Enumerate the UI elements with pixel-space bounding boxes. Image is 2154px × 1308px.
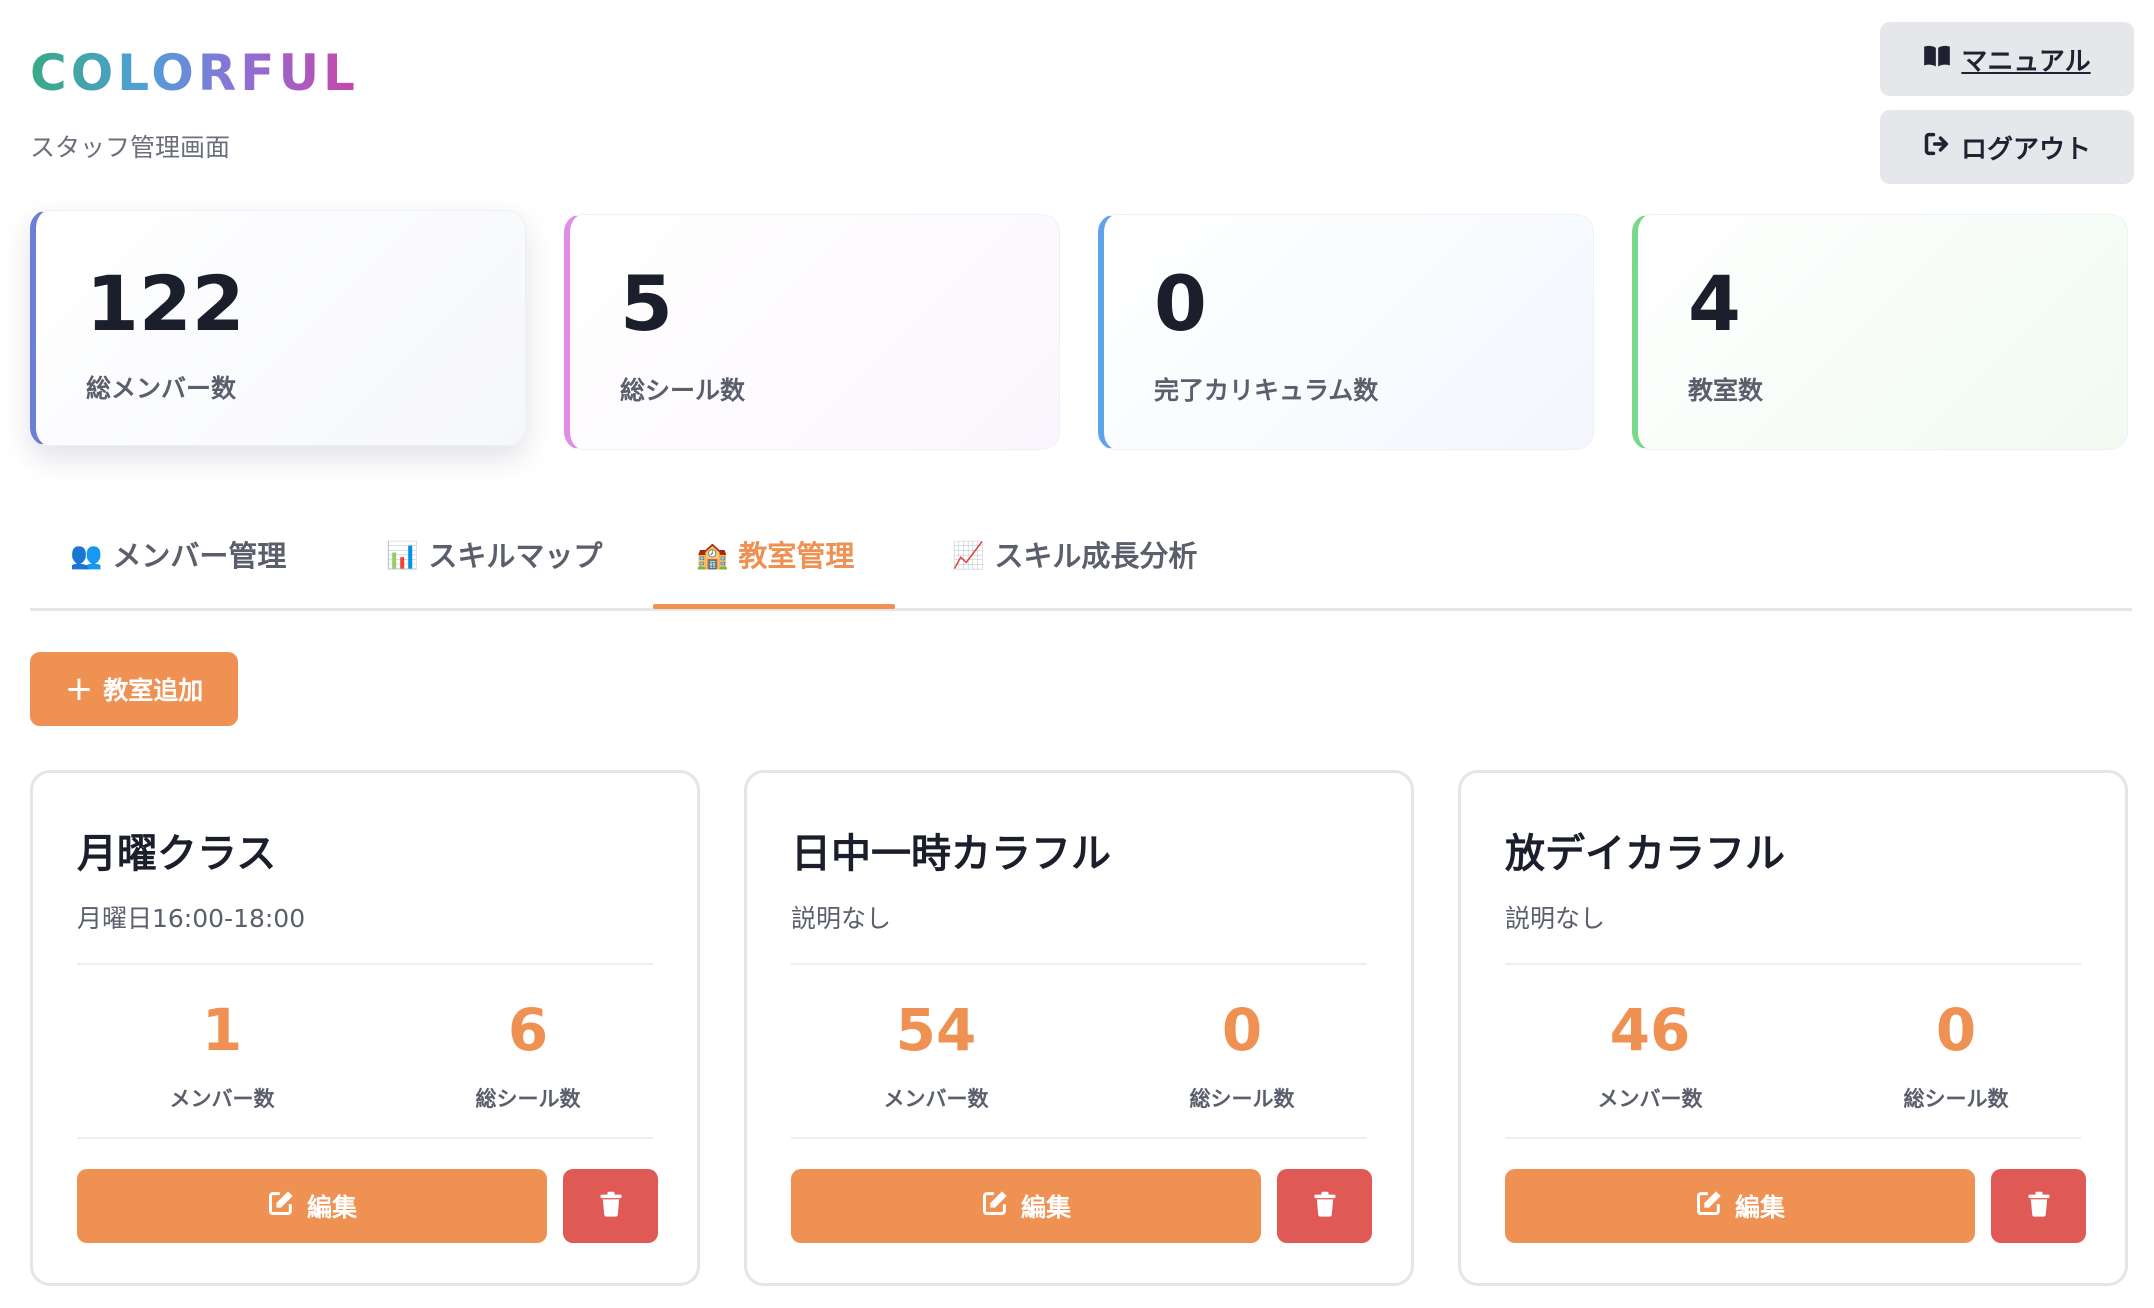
edit-label: 編集 — [1734, 1193, 1785, 1222]
member-count-metric: 54 メンバー数 — [791, 995, 1081, 1113]
edit-icon — [1695, 1189, 1723, 1223]
trash-icon — [597, 1190, 625, 1222]
seal-count-value: 0 — [1221, 996, 1263, 1064]
divider — [77, 1137, 653, 1139]
seal-count-label: 総シール数 — [1189, 1087, 1295, 1111]
logout-label: ログアウト — [1960, 134, 2091, 165]
stat-card-completed-curricula: 0 完了カリキュラム数 — [1098, 214, 1594, 450]
seal-count-metric: 0 総シール数 — [1097, 995, 1387, 1113]
classroom-name: 日中一時カラフル — [791, 831, 1111, 877]
edit-button[interactable]: 編集 — [1505, 1169, 1975, 1243]
member-count-value: 1 — [201, 996, 243, 1064]
stat-value: 4 — [1688, 259, 1741, 348]
seal-count-metric: 0 総シール数 — [1811, 995, 2101, 1113]
stat-label: 総シール数 — [620, 376, 746, 405]
tab-label: スキルマップ — [428, 539, 603, 573]
classroom-description: 説明なし — [1505, 904, 1606, 933]
classroom-name: 放デイカラフル — [1505, 831, 1785, 877]
tab-member-management[interactable]: 👥 メンバー管理 — [70, 536, 286, 605]
edit-button[interactable]: 編集 — [77, 1169, 547, 1243]
classroom-description: 説明なし — [791, 904, 892, 933]
page-subtitle: スタッフ管理画面 — [30, 133, 231, 162]
tab-bar: 👥 メンバー管理 📊 スキルマップ 🏫 教室管理 📈 スキル成長分析 — [30, 520, 2132, 611]
tab-classroom-management[interactable]: 🏫 教室管理 — [696, 536, 854, 605]
manual-label: マニュアル — [1961, 46, 2091, 77]
delete-button[interactable] — [1277, 1169, 1372, 1243]
tab-skill-map[interactable]: 📊 スキルマップ — [386, 536, 602, 605]
trend-chart-icon: 📈 — [952, 541, 985, 571]
stat-value: 5 — [620, 259, 673, 348]
member-count-metric: 1 メンバー数 — [77, 995, 367, 1113]
member-count-value: 46 — [1609, 996, 1691, 1064]
divider — [1505, 1137, 2081, 1139]
seal-count-label: 総シール数 — [1903, 1087, 2009, 1111]
member-count-label: メンバー数 — [883, 1087, 989, 1111]
divider — [77, 963, 653, 965]
stat-card-total-members: 122 総メンバー数 — [30, 210, 526, 446]
delete-button[interactable] — [1991, 1169, 2086, 1243]
add-classroom-label: 教室追加 — [103, 676, 204, 705]
classroom-card: 日中一時カラフル 説明なし 54 メンバー数 0 総シール数 編集 — [744, 770, 1414, 1286]
edit-label: 編集 — [1020, 1193, 1071, 1222]
add-classroom-button[interactable]: + 教室追加 — [30, 652, 238, 726]
trash-icon — [2025, 1190, 2053, 1222]
trash-icon — [1311, 1190, 1339, 1222]
stat-label: 総メンバー数 — [86, 374, 237, 403]
classroom-card: 月曜クラス 月曜日16:00-18:00 1 メンバー数 6 総シール数 編集 — [30, 770, 700, 1286]
member-count-label: メンバー数 — [1597, 1087, 1703, 1111]
tab-label: スキル成長分析 — [994, 539, 1198, 573]
member-count-value: 54 — [895, 996, 977, 1064]
member-count-metric: 46 メンバー数 — [1505, 995, 1795, 1113]
delete-button[interactable] — [563, 1169, 658, 1243]
seal-count-value: 6 — [507, 996, 549, 1064]
stat-label: 教室数 — [1688, 376, 1764, 405]
logout-icon — [1923, 130, 1951, 165]
tab-label: 教室管理 — [738, 539, 855, 573]
seal-count-metric: 6 総シール数 — [383, 995, 673, 1113]
classroom-name: 月曜クラス — [77, 831, 277, 877]
tab-skill-growth-analysis[interactable]: 📈 スキル成長分析 — [952, 536, 1197, 605]
active-tab-indicator — [653, 604, 895, 609]
school-icon: 🏫 — [696, 541, 729, 571]
stat-card-classrooms: 4 教室数 — [1632, 214, 2128, 450]
manual-button[interactable]: マニュアル — [1880, 22, 2134, 96]
book-icon — [1923, 42, 1951, 77]
edit-label: 編集 — [306, 1193, 357, 1222]
classroom-description: 月曜日16:00-18:00 — [77, 904, 306, 933]
divider — [791, 1137, 1367, 1139]
member-count-label: メンバー数 — [169, 1087, 275, 1111]
edit-button[interactable]: 編集 — [791, 1169, 1261, 1243]
stat-label: 完了カリキュラム数 — [1154, 376, 1379, 405]
divider — [791, 963, 1367, 965]
edit-icon — [267, 1189, 295, 1223]
seal-count-value: 0 — [1935, 996, 1977, 1064]
edit-icon — [981, 1189, 1009, 1223]
divider — [1505, 963, 2081, 965]
stat-value: 0 — [1154, 259, 1207, 348]
tab-label: メンバー管理 — [112, 539, 287, 573]
stat-card-total-seals: 5 総シール数 — [564, 214, 1060, 450]
logout-button[interactable]: ログアウト — [1880, 110, 2134, 184]
app-logo: COLORFUL — [30, 44, 359, 102]
seal-count-label: 総シール数 — [475, 1087, 581, 1111]
bar-chart-icon: 📊 — [386, 541, 419, 571]
classroom-card: 放デイカラフル 説明なし 46 メンバー数 0 総シール数 編集 — [1458, 770, 2128, 1286]
stat-value: 122 — [86, 259, 245, 348]
members-icon: 👥 — [70, 541, 103, 571]
plus-icon: + — [64, 669, 94, 709]
